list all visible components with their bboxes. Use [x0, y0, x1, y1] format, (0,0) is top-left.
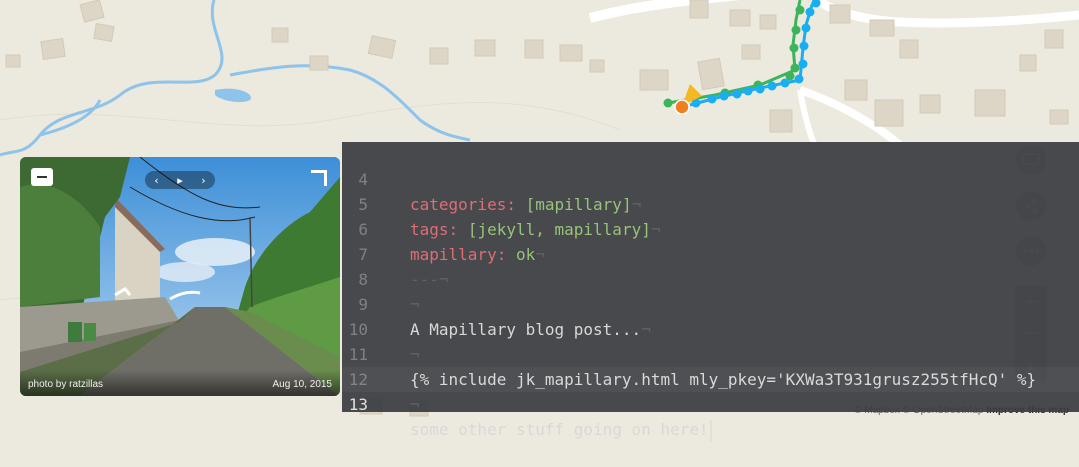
current-position-marker [674, 99, 690, 115]
body-text: some other stuff going on here! [410, 420, 709, 439]
play-button[interactable]: ▸ [177, 174, 183, 187]
editor-line: 8 ¬ [342, 242, 1079, 314]
expand-viewer-icon[interactable] [311, 170, 327, 186]
photo-credit[interactable]: photo by ratzillas [28, 379, 103, 390]
editor-line-active[interactable]: 13 some other stuff going on here! [342, 367, 1079, 442]
editor-line: 4 categories: [mapillary]¬ [342, 142, 1079, 214]
code-editor[interactable]: 4 categories: [mapillary]¬ 5 tags: [jeky… [342, 142, 1079, 442]
line-number: 13 [348, 395, 368, 414]
previous-image-button[interactable]: ‹ [154, 174, 158, 187]
text-cursor [709, 419, 712, 442]
collapse-viewer-button[interactable] [31, 168, 53, 186]
editor-line: 6 mapillary: ok¬ [342, 192, 1079, 264]
editor-line: 5 tags: [jekyll, mapillary]¬ [342, 167, 1079, 239]
photo-viewer[interactable]: ‹ ▸ › photo by ratzillas Aug 10, 2015 [20, 157, 340, 396]
editor-line: 10 ¬ [342, 292, 1079, 364]
editor-line: 11 {% include jk_mapillary.html mly_pkey… [342, 317, 1079, 389]
sequence-navigation: ‹ ▸ › [145, 171, 215, 189]
street-photo[interactable] [20, 157, 340, 396]
photo-date: Aug 10, 2015 [272, 379, 333, 390]
next-image-button[interactable]: › [201, 174, 205, 187]
editor-line: 7 ---¬ [342, 217, 1079, 289]
minus-icon [37, 176, 47, 178]
editor-line: 12 ¬ [342, 342, 1079, 414]
editor-line: 9 A Mapillary blog post...¬ [342, 267, 1079, 339]
line-end-marker: ¬ [410, 395, 420, 414]
